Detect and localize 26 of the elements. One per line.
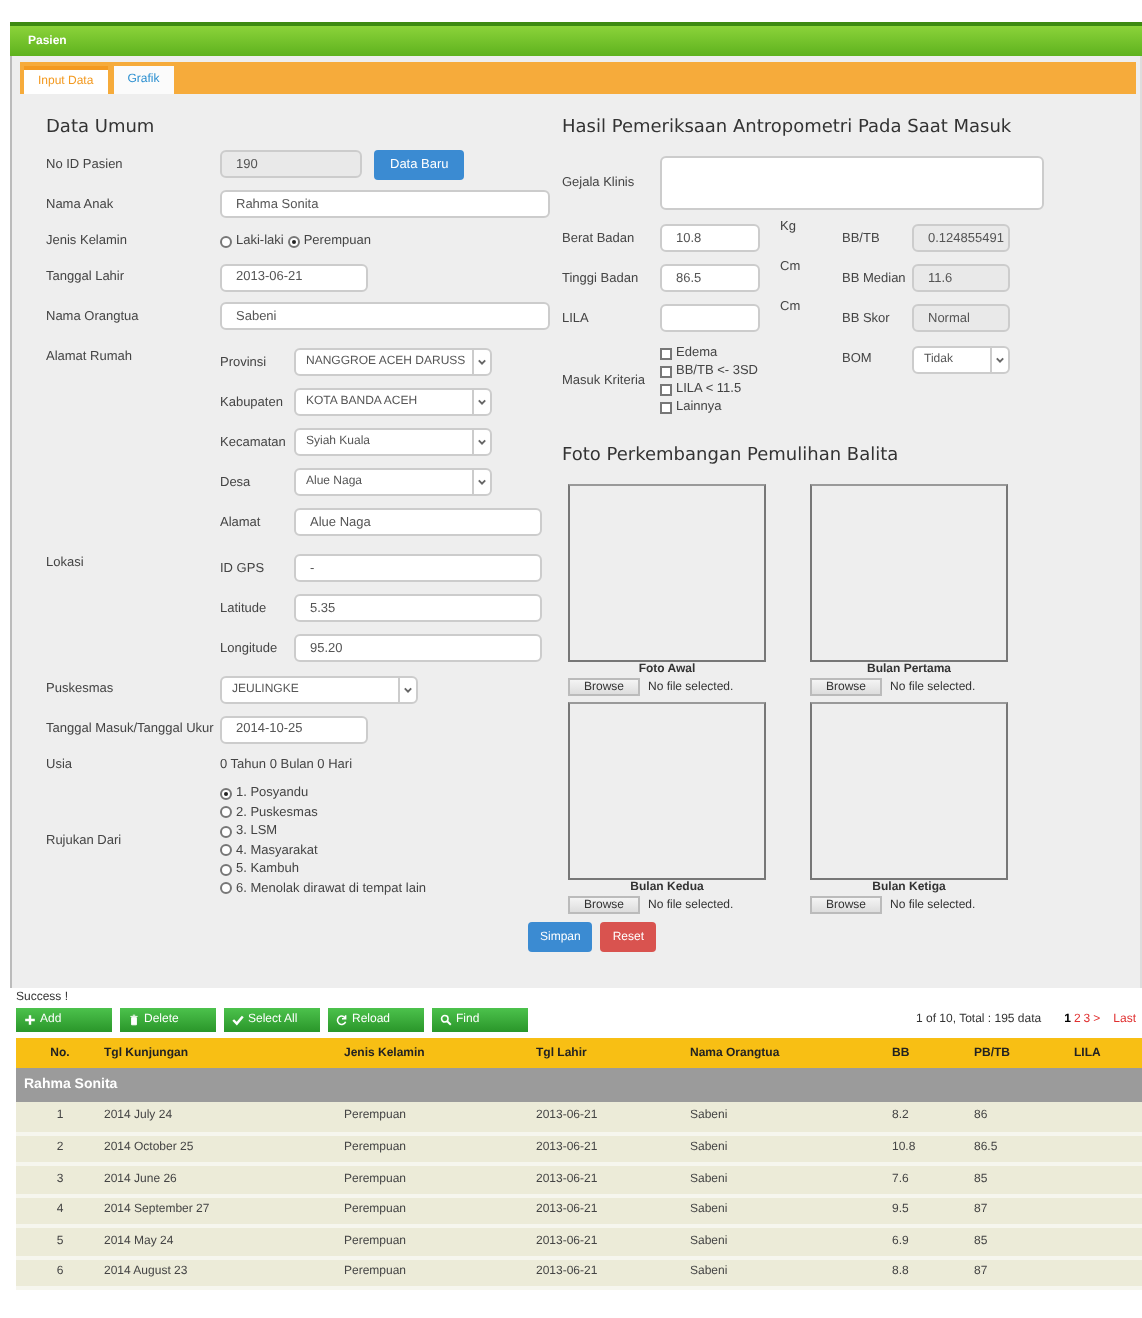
section-heading: Foto Perkembangan Pemulihan Balita: [562, 443, 901, 469]
trash-icon: [128, 1014, 140, 1026]
check-icon: [232, 1014, 244, 1026]
plus-icon: [24, 1014, 36, 1026]
section-heading: Hasil Pemeriksaan Antropometri Pada Saat Masuk: [562, 115, 1014, 141]
radio-button[interactable]: [287, 235, 300, 247]
checkbox[interactable]: [660, 365, 672, 377]
caret-icon: [474, 474, 490, 490]
radio-button[interactable]: [220, 863, 232, 876]
checkbox[interactable]: [660, 401, 672, 413]
radio-button[interactable]: [220, 235, 232, 247]
radio-button[interactable]: [220, 825, 232, 838]
caret-icon: [992, 352, 1008, 368]
radio-button[interactable]: [220, 882, 232, 895]
input-field[interactable]: [660, 304, 760, 332]
checkbox[interactable]: [660, 347, 672, 359]
checkbox[interactable]: [660, 383, 672, 395]
section-heading: Data Umum: [46, 115, 157, 141]
refresh-icon: [336, 1014, 348, 1026]
caret-icon: [474, 394, 490, 410]
radio-button[interactable]: [220, 806, 232, 819]
radio-button[interactable]: [220, 787, 232, 799]
search-icon: [440, 1014, 452, 1026]
caret-icon: [474, 434, 490, 450]
caret-icon: [474, 354, 490, 370]
radio-button[interactable]: [220, 844, 232, 857]
